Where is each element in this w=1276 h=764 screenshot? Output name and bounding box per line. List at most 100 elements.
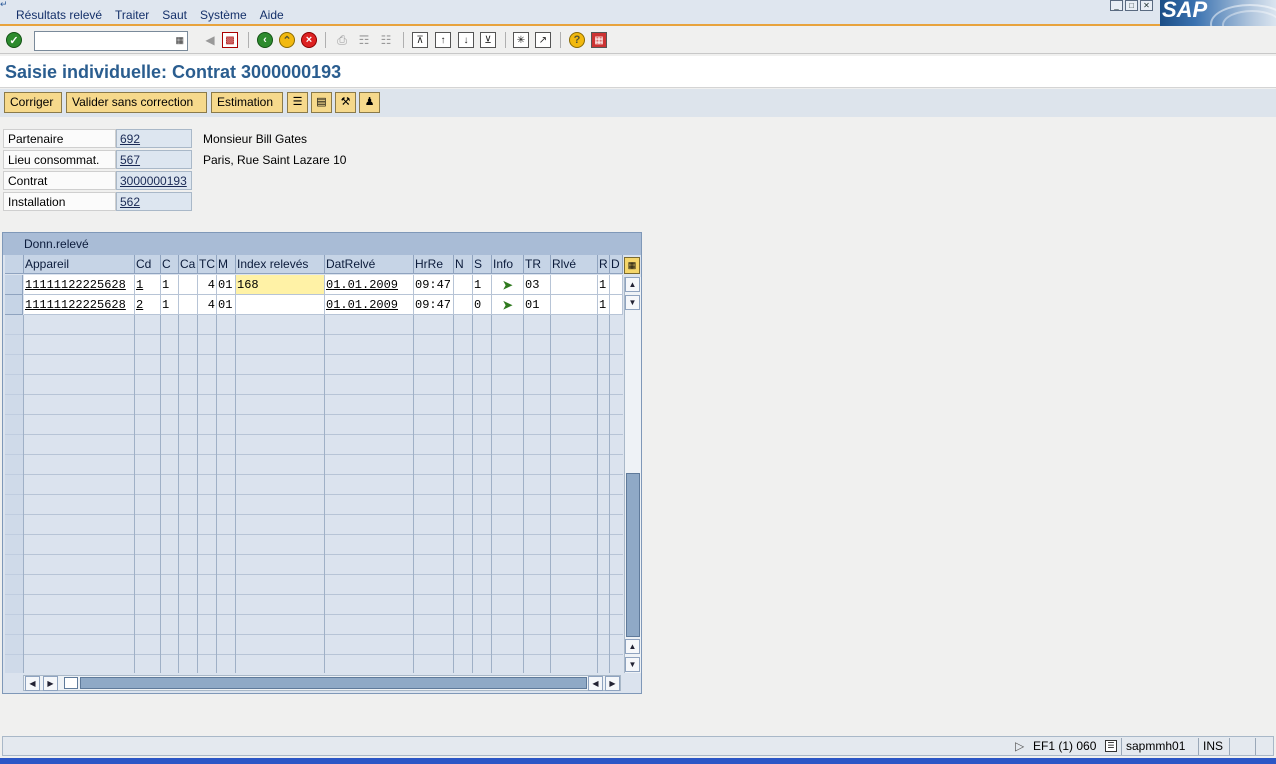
- find-icon[interactable]: ☶: [356, 32, 372, 48]
- print-icon[interactable]: ⎙: [334, 32, 350, 48]
- estimation-button[interactable]: Estimation: [211, 92, 283, 113]
- previous-page-icon[interactable]: ↑: [435, 32, 451, 48]
- table-cell-s: 1: [473, 275, 492, 295]
- horizontal-scrollbar[interactable]: ◀ ▶ ◀ ▶: [23, 675, 621, 691]
- vertical-scrollbar[interactable]: ▲ ▼ ▲ ▼: [624, 277, 641, 673]
- system-info-icon[interactable]: ☰: [1105, 740, 1117, 752]
- enter-icon[interactable]: ✓: [6, 32, 22, 48]
- insert-mode[interactable]: INS: [1203, 739, 1223, 754]
- row-selector[interactable]: [5, 295, 23, 315]
- menu-aide[interactable]: Aide: [260, 8, 284, 22]
- table-cell-info[interactable]: ➤: [492, 295, 524, 315]
- tools-icon[interactable]: ⚒: [335, 92, 356, 113]
- col-header-info[interactable]: Info: [492, 255, 524, 274]
- scroll-right-icon[interactable]: ▶: [43, 676, 58, 691]
- back-arrow-icon[interactable]: ◀: [202, 32, 218, 48]
- command-field[interactable]: ▦: [34, 31, 188, 51]
- scroll-page-right-icon[interactable]: ▶: [605, 676, 620, 691]
- col-header-appareil[interactable]: Appareil: [24, 255, 135, 274]
- status-expand-icon[interactable]: ▷: [1015, 739, 1024, 754]
- minimize-icon[interactable]: _: [1110, 0, 1123, 11]
- col-header-m[interactable]: M: [217, 255, 236, 274]
- first-page-icon[interactable]: ⊼: [412, 32, 428, 48]
- table-cell-date[interactable]: 01.01.2009: [325, 275, 414, 295]
- info-arrow-icon[interactable]: ➤: [501, 279, 515, 291]
- col-header-tr[interactable]: TR: [524, 255, 551, 274]
- col-header-rlve[interactable]: Rlvé: [551, 255, 598, 274]
- restore-icon[interactable]: □: [1125, 0, 1138, 11]
- scroll-down-icon[interactable]: ▼: [625, 295, 640, 310]
- list-edit-icon[interactable]: ☰: [287, 92, 308, 113]
- scroll-up-icon[interactable]: ▲: [625, 277, 640, 292]
- os-taskbar: [0, 758, 1276, 764]
- help-icon[interactable]: ?: [569, 32, 585, 48]
- info-arrow-icon[interactable]: ➤: [501, 299, 515, 311]
- col-header-tc[interactable]: TC: [198, 255, 217, 274]
- table-cell-cd[interactable]: 2: [135, 295, 161, 315]
- back-icon[interactable]: ‹: [257, 32, 273, 48]
- last-page-icon[interactable]: ⊻: [480, 32, 496, 48]
- horizontal-scroll-thumb[interactable]: [80, 677, 587, 689]
- col-header-cd[interactable]: Cd: [135, 255, 161, 274]
- shortcut-icon[interactable]: ↗: [535, 32, 551, 48]
- col-header-r[interactable]: R: [598, 255, 610, 274]
- vertical-scroll-thumb[interactable]: [626, 473, 640, 637]
- col-header-datrelve[interactable]: DatRelvé: [325, 255, 414, 274]
- col-header-s[interactable]: S: [473, 255, 492, 274]
- status-divider: [1121, 738, 1122, 755]
- column-config-icon[interactable]: ▦: [624, 257, 640, 274]
- next-page-icon[interactable]: ↓: [458, 32, 474, 48]
- server-name: sapmmh01: [1126, 739, 1186, 753]
- partenaire-value[interactable]: 692: [116, 129, 192, 148]
- menu-traiter[interactable]: Traiter: [115, 8, 149, 22]
- table-cell-hour[interactable]: 09:47: [414, 275, 454, 295]
- table-cell-n[interactable]: [454, 295, 473, 315]
- table-cell-cd[interactable]: 1: [135, 275, 161, 295]
- find-next-icon[interactable]: ☷: [378, 32, 394, 48]
- menu-saut[interactable]: Saut: [162, 8, 187, 22]
- scroll-left-icon[interactable]: ◀: [25, 676, 40, 691]
- scroll-page-down-icon[interactable]: ▼: [625, 657, 640, 672]
- lieu-consommat-value[interactable]: 567: [116, 150, 192, 169]
- table-cell-rlve[interactable]: [551, 295, 598, 315]
- table-cell-appareil[interactable]: 11111122225628: [24, 295, 135, 315]
- menu-list: Résultats relevé Traiter Saut Système Ai…: [16, 8, 297, 22]
- valider-sans-correction-button[interactable]: Valider sans correction: [66, 92, 207, 113]
- table-cell-date[interactable]: 01.01.2009: [325, 295, 414, 315]
- contrat-value[interactable]: 3000000193: [116, 171, 192, 190]
- table-cell-n[interactable]: [454, 275, 473, 295]
- table-cell-hour[interactable]: 09:47: [414, 295, 454, 315]
- col-header-n[interactable]: N: [454, 255, 473, 274]
- installation-value[interactable]: 562: [116, 192, 192, 211]
- table-cell-info[interactable]: ➤: [492, 275, 524, 295]
- window-icon[interactable]: ↵: [0, 0, 12, 10]
- index-releve-input[interactable]: 168: [236, 275, 325, 295]
- document-icon[interactable]: ▤: [311, 92, 332, 113]
- table-cell-rlve[interactable]: [551, 275, 598, 295]
- cancel-icon[interactable]: ×: [301, 32, 317, 48]
- close-window-icon[interactable]: ✕: [1140, 0, 1153, 11]
- save-icon[interactable]: ▩: [222, 32, 238, 48]
- horizontal-scroll-knob[interactable]: [64, 677, 78, 689]
- col-header-d[interactable]: D: [610, 255, 623, 274]
- menu-resultats-releve[interactable]: Résultats relevé: [16, 8, 102, 22]
- create-session-icon[interactable]: ✳: [513, 32, 529, 48]
- col-header-ca[interactable]: Ca: [179, 255, 198, 274]
- command-history-icon[interactable]: ▦: [175, 35, 184, 46]
- person-icon[interactable]: ♟: [359, 92, 380, 113]
- select-all-cell[interactable]: [5, 255, 24, 274]
- col-header-hrre[interactable]: HrRe: [414, 255, 454, 274]
- table-cell-appareil[interactable]: 11111122225628: [24, 275, 135, 295]
- col-header-c[interactable]: C: [161, 255, 179, 274]
- row-selector[interactable]: [5, 275, 23, 295]
- layout-menu-icon[interactable]: ▦: [591, 32, 607, 48]
- index-releve-input[interactable]: [236, 295, 325, 315]
- col-header-index-releves[interactable]: Index relevés: [236, 255, 325, 274]
- partenaire-label: Partenaire: [3, 129, 116, 148]
- scroll-page-left-icon[interactable]: ◀: [588, 676, 603, 691]
- corriger-button[interactable]: Corriger: [4, 92, 62, 113]
- exit-icon[interactable]: ⌃: [279, 32, 295, 48]
- menu-systeme[interactable]: Système: [200, 8, 247, 22]
- scroll-page-up-icon[interactable]: ▲: [625, 639, 640, 654]
- toolbar-separator: [560, 32, 561, 48]
